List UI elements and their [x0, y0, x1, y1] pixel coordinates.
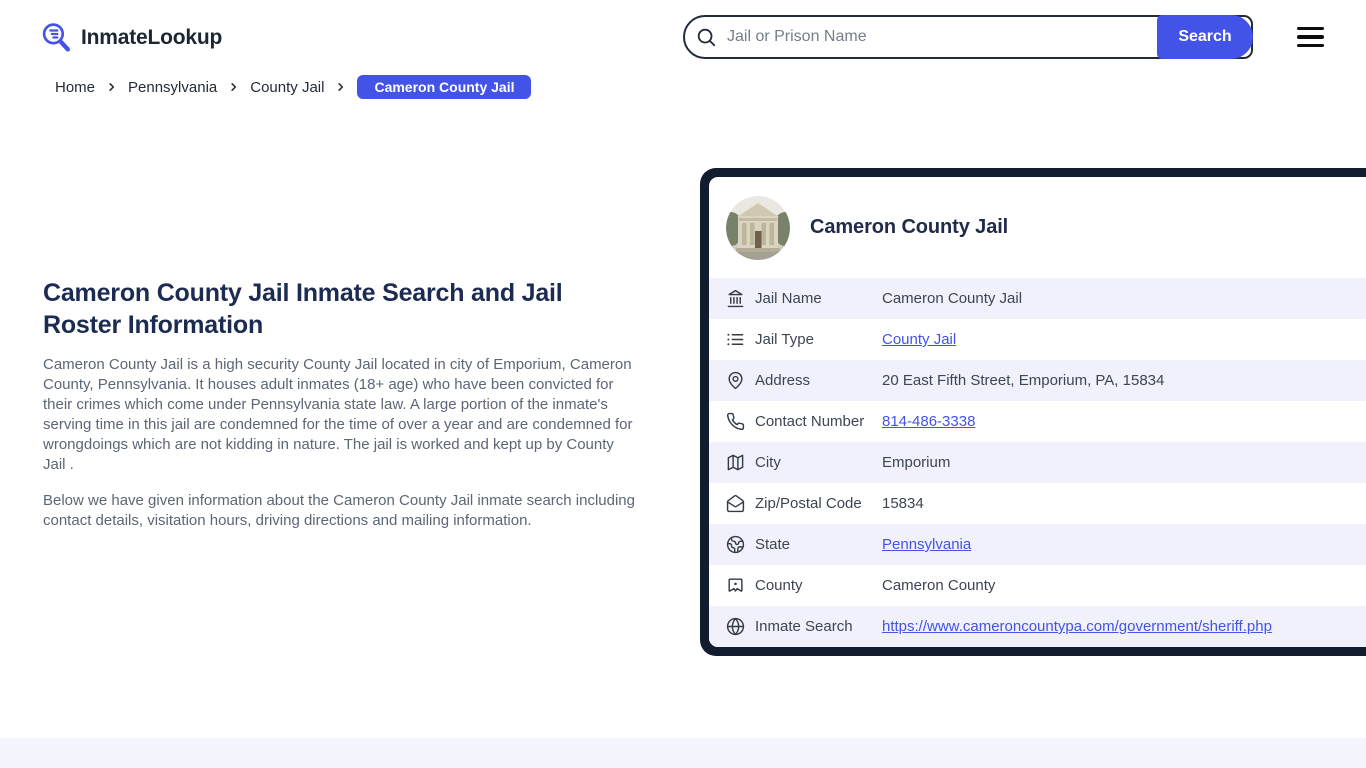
row-label: State [755, 536, 791, 553]
page: InmateLookup Search Home Pennsylvania Co… [0, 0, 1366, 768]
row-label: County [755, 577, 803, 594]
row-value: Pennsylvania [882, 536, 1366, 553]
row-label: Contact Number [755, 413, 865, 430]
info-paragraph: Below we have given information about th… [43, 492, 635, 529]
list-icon [726, 330, 755, 349]
row-label: Jail Name [755, 290, 822, 307]
menu-button[interactable] [1297, 25, 1325, 49]
table-row: Address 20 East Fifth Street, Emporium, … [709, 360, 1366, 401]
jail-info-card: Cameron County Jail Jail Name Cameron Co… [700, 168, 1366, 656]
breadcrumb-county-jail[interactable]: County Jail [250, 79, 324, 96]
phone-icon [726, 412, 755, 431]
hamburger-icon [1297, 26, 1325, 48]
row-value-link[interactable]: 814-486-3338 [882, 413, 975, 430]
breadcrumb-pennsylvania[interactable]: Pennsylvania [128, 79, 217, 96]
footer-strip [0, 738, 1366, 768]
table-row: State Pennsylvania [709, 524, 1366, 565]
brand-name: InmateLookup [81, 25, 223, 49]
jail-info-table: Jail Name Cameron County Jail Jail Type … [709, 278, 1366, 647]
row-value-link[interactable]: County Jail [882, 331, 956, 348]
table-row: County Cameron County [709, 565, 1366, 606]
row-value: Cameron County [882, 577, 996, 594]
brand-logo[interactable]: InmateLookup [40, 21, 222, 54]
article-body: Cameron County Jail is a high security C… [43, 355, 638, 531]
table-row: Jail Name Cameron County Jail [709, 278, 1366, 319]
jail-card-header: Cameron County Jail [709, 177, 1366, 278]
page-title: Cameron County Jail Inmate Search and Ja… [43, 279, 563, 339]
county-icon [726, 576, 755, 595]
row-label: Jail Type [755, 331, 814, 348]
breadcrumb-current-badge: Cameron County Jail [357, 75, 532, 99]
mail-open-icon [726, 494, 755, 513]
table-row: Contact Number 814-486-3338 [709, 401, 1366, 442]
jail-photo [726, 195, 790, 260]
row-label: Address [755, 372, 811, 389]
map-pin-icon [726, 371, 755, 390]
table-row: Inmate Search https://www.cameroncountyp… [709, 606, 1366, 647]
row-label: Inmate Search [755, 618, 853, 635]
table-row: Jail Type County Jail [709, 319, 1366, 360]
chevron-right-icon [106, 81, 117, 93]
table-row: City Emporium [709, 442, 1366, 483]
breadcrumb: Home Pennsylvania County Jail Cameron Co… [55, 75, 532, 99]
row-value: County Jail [882, 331, 1366, 348]
globe-icon [726, 535, 755, 554]
row-value: Emporium [882, 454, 951, 471]
row-value: 20 East Fifth Street, Emporium, PA, 1583… [882, 372, 1165, 389]
search-button[interactable]: Search [1157, 15, 1253, 59]
web-icon [726, 617, 755, 636]
chevron-right-icon [335, 81, 346, 93]
row-value-link[interactable]: https://www.cameroncountypa.com/governme… [882, 618, 1272, 635]
row-value: 15834 [882, 495, 924, 512]
bank-icon [726, 289, 755, 308]
intro-paragraph: Cameron County Jail is a high security C… [43, 356, 633, 473]
jail-card-title: Cameron County Jail [810, 216, 1009, 238]
search-bar: Search [683, 15, 1253, 59]
row-value-link[interactable]: Pennsylvania [882, 536, 971, 553]
row-value: 814-486-3338 [882, 413, 1366, 430]
row-value: https://www.cameroncountypa.com/governme… [882, 618, 1366, 635]
row-label: City [755, 454, 781, 471]
breadcrumb-home[interactable]: Home [55, 79, 95, 96]
table-row: Zip/Postal Code 15834 [709, 483, 1366, 524]
magnifier-lines-icon [40, 21, 73, 54]
chevron-right-icon [228, 81, 239, 93]
map-icon [726, 453, 755, 472]
row-label: Zip/Postal Code [755, 495, 862, 512]
row-value: Cameron County Jail [882, 290, 1023, 307]
